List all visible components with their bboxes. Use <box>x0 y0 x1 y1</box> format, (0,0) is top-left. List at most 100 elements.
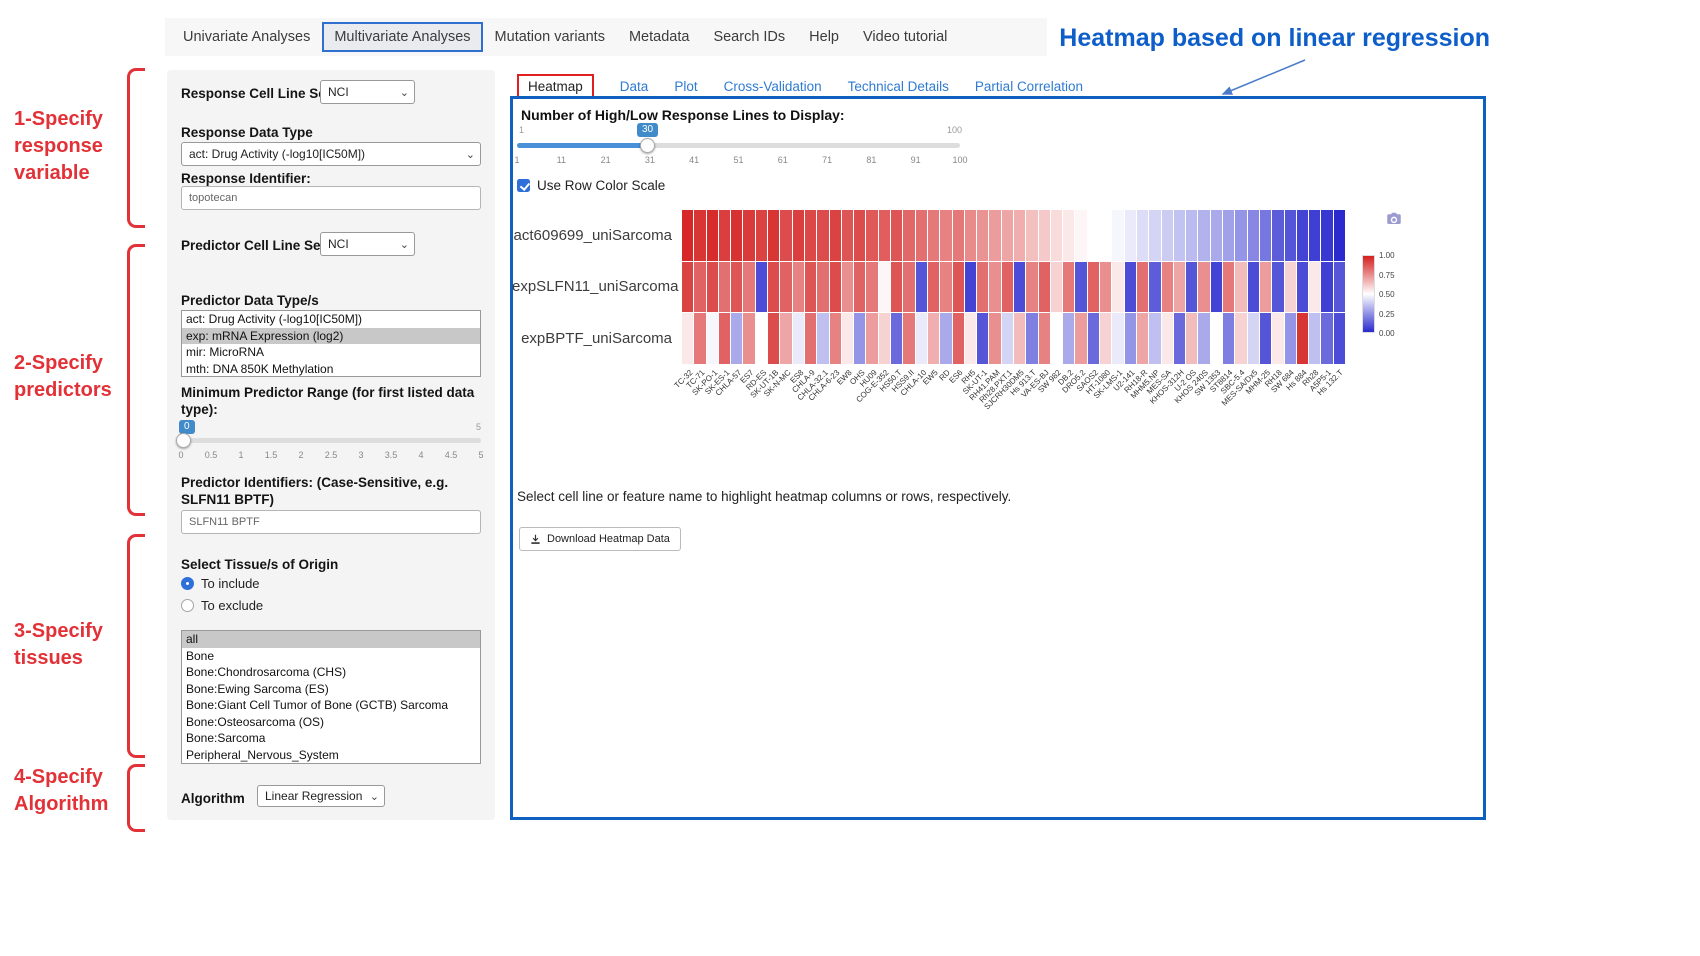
heatmap-cell[interactable] <box>1309 262 1320 313</box>
heatmap-cell[interactable] <box>1063 210 1074 261</box>
tissue-exclude-radio[interactable] <box>181 599 194 612</box>
heatmap-cell[interactable] <box>1223 210 1234 261</box>
heatmap-cell[interactable] <box>1112 313 1123 364</box>
heatmap-cell[interactable] <box>793 313 804 364</box>
heatmap-cell[interactable] <box>1321 313 1332 364</box>
heatmap-cell[interactable] <box>1112 262 1123 313</box>
tissue-option[interactable]: Bone:Osteosarcoma (OS) <box>182 714 480 731</box>
heatmap-cell[interactable] <box>1075 262 1086 313</box>
heatmap-cell[interactable] <box>793 210 804 261</box>
heatmap-cell[interactable] <box>707 262 718 313</box>
heatmap-cell[interactable] <box>1334 210 1345 261</box>
heatmap-cell[interactable] <box>928 313 939 364</box>
heatmap-cell[interactable] <box>1063 262 1074 313</box>
heatmap-cell[interactable] <box>965 210 976 261</box>
predictor-data-type-list[interactable]: act: Drug Activity (-log10[IC50M])exp: m… <box>181 310 481 377</box>
heatmap-cell[interactable] <box>756 210 767 261</box>
nav-item-search-ids[interactable]: Search IDs <box>701 22 797 52</box>
tissue-option[interactable]: Bone:Giant Cell Tumor of Bone (GCTB) Sar… <box>182 697 480 714</box>
heatmap-cell[interactable] <box>1137 262 1148 313</box>
heatmap-cell[interactable] <box>756 313 767 364</box>
heatmap-cell[interactable] <box>1174 262 1185 313</box>
heatmap-cell[interactable] <box>1100 210 1111 261</box>
heatmap-cell[interactable] <box>989 210 1000 261</box>
heatmap-cell[interactable] <box>1211 210 1222 261</box>
predictor-data-type-option[interactable]: exp: mRNA Expression (log2) <box>182 328 480 345</box>
heatmap-cell[interactable] <box>1026 262 1037 313</box>
heatmap-cell[interactable] <box>1014 313 1025 364</box>
heatmap-cell[interactable] <box>1272 262 1283 313</box>
heatmap-cell[interactable] <box>719 313 730 364</box>
heatmap-cell[interactable] <box>1198 210 1209 261</box>
heatmap-cell[interactable] <box>1285 210 1296 261</box>
response-identifier-input[interactable]: topotecan <box>181 186 481 210</box>
heatmap-cell[interactable] <box>1039 210 1050 261</box>
heatmap-cell[interactable] <box>1272 313 1283 364</box>
heatmap-cell[interactable] <box>866 210 877 261</box>
heatmap-cell[interactable] <box>768 210 779 261</box>
heatmap-cell[interactable] <box>1211 262 1222 313</box>
checkbox-checked-icon[interactable] <box>517 179 530 192</box>
heatmap-cell[interactable] <box>903 262 914 313</box>
heatmap-cell[interactable] <box>891 262 902 313</box>
heatmap-cell[interactable] <box>817 313 828 364</box>
heatmap-row-label[interactable]: expSLFN11_uniSarcoma <box>512 278 672 295</box>
heatmap-cell[interactable] <box>916 210 927 261</box>
nav-item-mutation-variants[interactable]: Mutation variants <box>483 22 617 52</box>
heatmap-cell[interactable] <box>953 210 964 261</box>
heatmap-cell[interactable] <box>965 313 976 364</box>
heatmap-cell[interactable] <box>731 210 742 261</box>
tab-heatmap[interactable]: Heatmap <box>517 74 594 99</box>
heatmap-cell[interactable] <box>830 210 841 261</box>
heatmap-cell[interactable] <box>805 262 816 313</box>
tissue-option[interactable]: Bone:Chondrosarcoma (CHS) <box>182 664 480 681</box>
heatmap-cell[interactable] <box>1125 262 1136 313</box>
lines-slider-handle[interactable] <box>640 138 655 153</box>
heatmap-cell[interactable] <box>1248 313 1259 364</box>
heatmap-cell[interactable] <box>1051 262 1062 313</box>
heatmap-cell[interactable] <box>743 313 754 364</box>
heatmap-cell[interactable] <box>682 313 693 364</box>
heatmap-cell[interactable] <box>707 313 718 364</box>
response-cell-line-set-select[interactable]: NCI ⌄ <box>320 80 415 104</box>
heatmap-cell[interactable] <box>1309 210 1320 261</box>
heatmap-cell[interactable] <box>1137 313 1148 364</box>
heatmap-cell[interactable] <box>731 262 742 313</box>
heatmap-cell[interactable] <box>768 262 779 313</box>
heatmap-cell[interactable] <box>743 210 754 261</box>
heatmap-cell[interactable] <box>1051 313 1062 364</box>
heatmap-cell[interactable] <box>682 210 693 261</box>
heatmap-cell[interactable] <box>854 210 865 261</box>
heatmap-cell[interactable] <box>953 262 964 313</box>
heatmap-cell[interactable] <box>928 210 939 261</box>
nav-item-metadata[interactable]: Metadata <box>617 22 701 52</box>
heatmap-cell[interactable] <box>1211 313 1222 364</box>
tab-technical-details[interactable]: Technical Details <box>848 79 949 94</box>
heatmap-cell[interactable] <box>1002 262 1013 313</box>
heatmap-cell[interactable] <box>977 262 988 313</box>
nav-item-help[interactable]: Help <box>797 22 851 52</box>
heatmap-cell[interactable] <box>977 313 988 364</box>
row-color-scale-option[interactable]: Use Row Color Scale <box>517 178 665 193</box>
heatmap-cell[interactable] <box>1026 313 1037 364</box>
heatmap-cell[interactable] <box>1051 210 1062 261</box>
predictor-identifiers-input[interactable]: SLFN11 BPTF <box>181 510 481 534</box>
heatmap-cell[interactable] <box>743 262 754 313</box>
heatmap-cell[interactable] <box>1174 313 1185 364</box>
heatmap-cell[interactable] <box>1334 262 1345 313</box>
tissue-include-option[interactable]: To include <box>181 576 260 591</box>
heatmap-cell[interactable] <box>1186 210 1197 261</box>
heatmap-cell[interactable] <box>1309 313 1320 364</box>
tissue-include-radio[interactable] <box>181 577 194 590</box>
heatmap-cell[interactable] <box>694 313 705 364</box>
predictor-data-type-option[interactable]: mir: MicroRNA <box>182 344 480 361</box>
heatmap-cell[interactable] <box>830 313 841 364</box>
min-range-slider-track[interactable] <box>181 438 481 443</box>
heatmap-cell[interactable] <box>1248 262 1259 313</box>
heatmap-cell[interactable] <box>1186 262 1197 313</box>
heatmap-cell[interactable] <box>1272 210 1283 261</box>
heatmap-cell[interactable] <box>1149 210 1160 261</box>
heatmap-cell[interactable] <box>866 262 877 313</box>
heatmap-cell[interactable] <box>1260 262 1271 313</box>
tissue-option[interactable]: all <box>182 631 480 648</box>
